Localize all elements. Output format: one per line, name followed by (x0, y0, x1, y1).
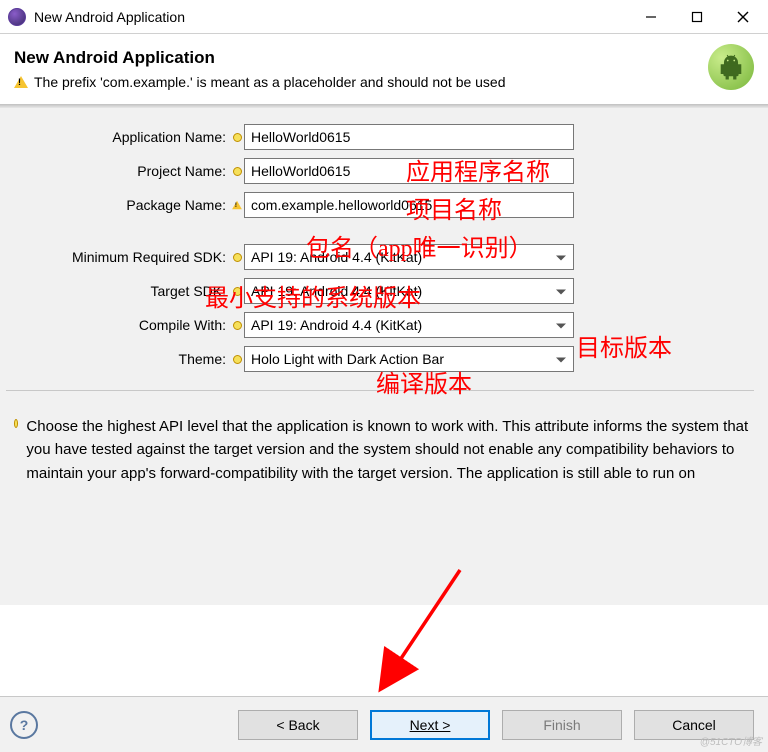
theme-select[interactable] (244, 346, 574, 372)
compile-with-label: Compile With: (6, 317, 230, 333)
maximize-button[interactable] (674, 1, 720, 33)
close-button[interactable] (720, 1, 766, 33)
app-name-input[interactable] (244, 124, 574, 150)
android-icon (708, 44, 754, 90)
help-text: Choose the highest API level that the ap… (26, 415, 754, 485)
lightbulb-icon (233, 287, 242, 296)
page-title: New Android Application (14, 48, 754, 68)
lightbulb-icon (233, 133, 242, 142)
lightbulb-icon (233, 355, 242, 364)
target-sdk-label: Target SDK: (6, 283, 230, 299)
window-title: New Android Application (34, 9, 628, 25)
eclipse-icon (8, 8, 26, 26)
form-area: Application Name: Project Name: Package … (0, 108, 768, 407)
warning-icon (232, 201, 242, 209)
help-icon[interactable]: ? (10, 711, 38, 739)
button-bar: ? < Back Next > Finish Cancel (0, 696, 768, 752)
help-separator (6, 390, 754, 391)
finish-button[interactable]: Finish (502, 710, 622, 740)
min-sdk-label: Minimum Required SDK: (6, 249, 230, 265)
warning-text: The prefix 'com.example.' is meant as a … (34, 74, 506, 90)
help-box: Choose the highest API level that the ap… (0, 407, 768, 605)
package-name-input[interactable] (244, 192, 574, 218)
lightbulb-icon (233, 321, 242, 330)
package-name-label: Package Name: (6, 197, 230, 213)
back-button[interactable]: < Back (238, 710, 358, 740)
warning-icon (14, 76, 28, 88)
banner: New Android Application The prefix 'com.… (0, 34, 768, 104)
titlebar: New Android Application (0, 0, 768, 34)
min-sdk-select[interactable] (244, 244, 574, 270)
target-sdk-select[interactable] (244, 278, 574, 304)
lightbulb-icon (14, 419, 18, 428)
project-name-input[interactable] (244, 158, 574, 184)
next-button[interactable]: Next > (370, 710, 490, 740)
watermark: @51CTO博客 (700, 733, 762, 748)
app-name-label: Application Name: (6, 129, 230, 145)
project-name-label: Project Name: (6, 163, 230, 179)
warning-row: The prefix 'com.example.' is meant as a … (14, 74, 754, 90)
minimize-button[interactable] (628, 1, 674, 33)
compile-with-select[interactable] (244, 312, 574, 338)
theme-label: Theme: (6, 351, 230, 367)
lightbulb-icon (233, 167, 242, 176)
lightbulb-icon (233, 253, 242, 262)
